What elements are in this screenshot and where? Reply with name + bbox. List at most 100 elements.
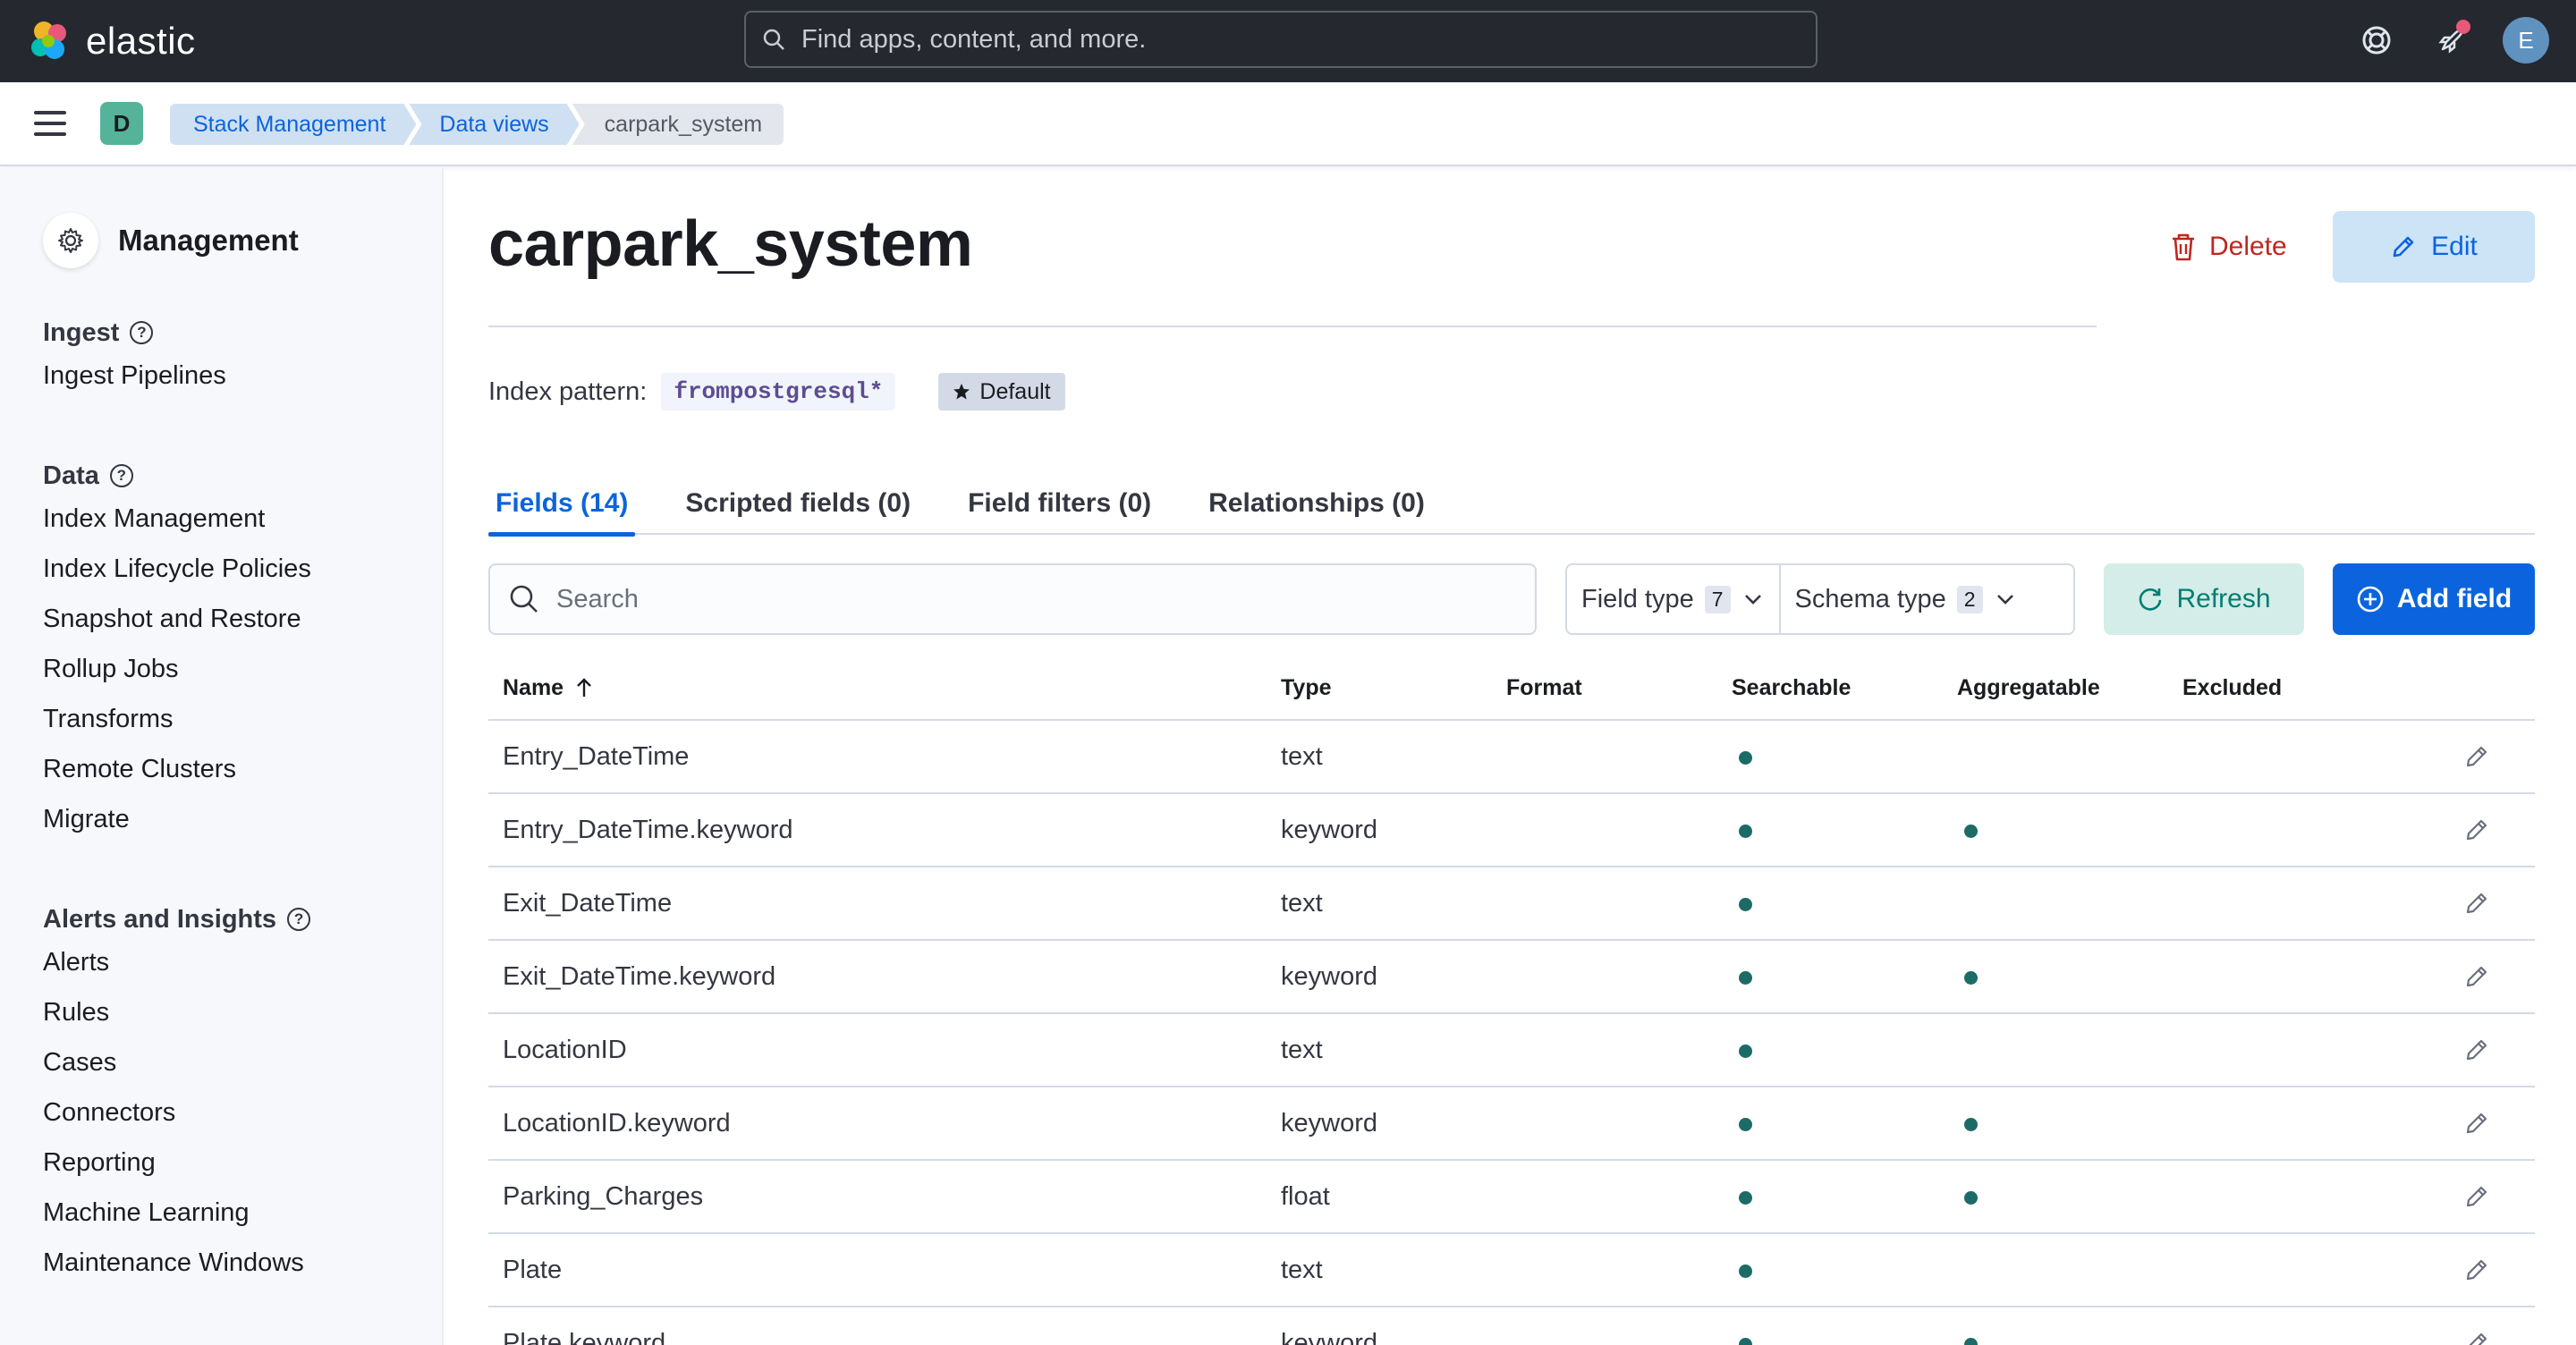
hamburger-menu-icon[interactable]: [30, 106, 70, 141]
sidebar-item-connectors[interactable]: Connectors: [43, 1087, 310, 1138]
aggregatable-cell: [1943, 962, 2168, 992]
elastic-logo-icon: [31, 21, 66, 59]
schema-type-count: 2: [1956, 585, 1983, 613]
searchable-cell: [1717, 1256, 1943, 1285]
tab-fields[interactable]: Fields (14): [488, 472, 636, 537]
edit-button[interactable]: Edit: [2333, 211, 2535, 283]
question-icon[interactable]: ?: [287, 908, 311, 931]
tab-scripted-fields[interactable]: Scripted fields (0): [678, 472, 918, 535]
breadcrumb-stack-management[interactable]: Stack Management: [170, 104, 416, 145]
header-actions: E: [2352, 16, 2549, 64]
help-lifebuoy-icon: [2362, 26, 2391, 55]
sidebar-item-migrate[interactable]: Migrate: [43, 794, 311, 844]
sidebar-header: Management: [43, 213, 299, 268]
sidebar-item-machine-learning[interactable]: Machine Learning: [43, 1188, 310, 1238]
edit-field-pencil-icon[interactable]: [2463, 1036, 2490, 1063]
breadcrumb: Stack Management Data views carpark_syst…: [170, 104, 784, 145]
field-type: keyword: [1281, 961, 1377, 991]
notification-dot: [2456, 20, 2470, 34]
refresh-button[interactable]: Refresh: [2104, 563, 2304, 635]
column-header-searchable: Searchable: [1732, 674, 1852, 700]
sidebar-item-index-management[interactable]: Index Management: [43, 494, 311, 544]
sidebar-item-alerts[interactable]: Alerts: [43, 937, 310, 987]
sort-ascending-icon: [577, 678, 591, 697]
edit-field-pencil-icon[interactable]: [2463, 1183, 2490, 1210]
edit-field-pencil-icon[interactable]: [2463, 963, 2490, 990]
field-type: keyword: [1281, 1108, 1377, 1138]
aggregatable-cell: [1943, 816, 2168, 845]
table-row: Exit_DateTime.keyword keyword: [488, 941, 2535, 1014]
gear-icon: [43, 213, 98, 268]
sidebar-item-transforms[interactable]: Transforms: [43, 694, 311, 744]
index-pattern-row: Index pattern: frompostgresql* Default: [488, 372, 1065, 411]
field-type: text: [1281, 1255, 1323, 1284]
field-search-input[interactable]: [556, 584, 1451, 614]
nav-group-title: Data: [43, 461, 99, 490]
field-type: text: [1281, 888, 1323, 918]
table-row: Exit_DateTime text: [488, 867, 2535, 941]
edit-field-pencil-icon[interactable]: [2463, 816, 2490, 843]
field-type: keyword: [1281, 1328, 1377, 1345]
sidebar-item-snapshot-and-restore[interactable]: Snapshot and Restore: [43, 594, 311, 644]
tab-relationships[interactable]: Relationships (0): [1201, 472, 1432, 535]
field-name: Entry_DateTime.keyword: [503, 815, 793, 844]
question-icon[interactable]: ?: [130, 321, 154, 344]
table-body: Entry_DateTimetext Entry_DateTime.keyword…: [488, 721, 2535, 1345]
field-name: Parking_Charges: [503, 1181, 704, 1211]
aggregatable-cell: [1943, 1182, 2168, 1212]
breadcrumb-bar: D Stack Management Data views carpark_sy…: [0, 82, 2576, 166]
tab-field-filters[interactable]: Field filters (0): [961, 472, 1158, 535]
schema-type-label: Schema type: [1794, 584, 1946, 613]
sidebar-item-rollup-jobs[interactable]: Rollup Jobs: [43, 644, 311, 694]
column-header-type: Type: [1281, 674, 1332, 700]
add-field-button[interactable]: Add field: [2333, 563, 2535, 635]
tab-bar: Fields (14) Scripted fields (0) Field fi…: [488, 472, 2535, 537]
field-name: Entry_DateTime: [503, 741, 690, 771]
searchable-dot-icon: [1739, 1337, 1752, 1345]
delete-button[interactable]: Delete: [2148, 211, 2309, 283]
nav-group-alerts-and-insights: Alerts and Insights ? Alerts Rules Cases…: [43, 901, 311, 1288]
searchable-cell: [1717, 962, 1943, 992]
column-header-name[interactable]: Name: [488, 675, 1267, 701]
help-button[interactable]: [2352, 16, 2401, 64]
sidebar-item-cases[interactable]: Cases: [43, 1037, 310, 1087]
global-search-input[interactable]: Find apps, content, and more.: [744, 11, 1818, 68]
default-badge: Default: [938, 373, 1065, 410]
sidebar-item-reporting[interactable]: Reporting: [43, 1138, 310, 1188]
field-type-filter[interactable]: Field type 7: [1567, 565, 1779, 633]
schema-type-filter[interactable]: Schema type 2: [1778, 565, 2031, 633]
edit-field-pencil-icon[interactable]: [2463, 1330, 2490, 1345]
table-row: LocationID.keyword keyword: [488, 1087, 2535, 1161]
news-feed-button[interactable]: [2428, 16, 2476, 64]
main-content: carpark_system Delete Edit Index pattern…: [445, 168, 2576, 1345]
searchable-dot-icon: [1739, 750, 1752, 765]
index-pattern-label: Index pattern:: [488, 376, 648, 406]
sidebar-item-ingest-pipelines[interactable]: Ingest Pipelines: [43, 351, 226, 401]
question-icon[interactable]: ?: [109, 464, 133, 487]
edit-field-pencil-icon[interactable]: [2463, 890, 2490, 917]
aggregatable-dot-icon: [1964, 1190, 1978, 1205]
breadcrumb-data-views[interactable]: Data views: [409, 104, 579, 145]
field-name: Plate: [503, 1255, 563, 1284]
breadcrumb-current: carpark_system: [572, 104, 784, 145]
edit-field-pencil-icon[interactable]: [2463, 1256, 2490, 1283]
sidebar-item-maintenance-windows[interactable]: Maintenance Windows: [43, 1238, 310, 1288]
field-search[interactable]: [488, 563, 1537, 635]
sidebar-item-index-lifecycle-policies[interactable]: Index Lifecycle Policies: [43, 544, 311, 594]
searchable-cell: [1717, 1329, 1943, 1345]
refresh-icon: [2140, 588, 2162, 611]
column-header-format: Format: [1506, 674, 1582, 700]
sidebar-item-rules[interactable]: Rules: [43, 987, 310, 1037]
aggregatable-dot-icon: [1964, 824, 1978, 838]
elastic-logo[interactable]: elastic: [27, 18, 196, 64]
field-type: keyword: [1281, 815, 1377, 844]
user-avatar[interactable]: E: [2503, 17, 2549, 63]
nav-group-title: Ingest: [43, 317, 120, 347]
space-avatar[interactable]: D: [100, 102, 143, 145]
searchable-dot-icon: [1739, 1044, 1752, 1058]
edit-field-pencil-icon[interactable]: [2463, 1110, 2490, 1137]
edit-field-pencil-icon[interactable]: [2463, 743, 2490, 770]
searchable-cell: [1717, 1182, 1943, 1212]
sidebar-item-remote-clusters[interactable]: Remote Clusters: [43, 744, 311, 794]
chevron-down-icon: [1996, 595, 2013, 605]
